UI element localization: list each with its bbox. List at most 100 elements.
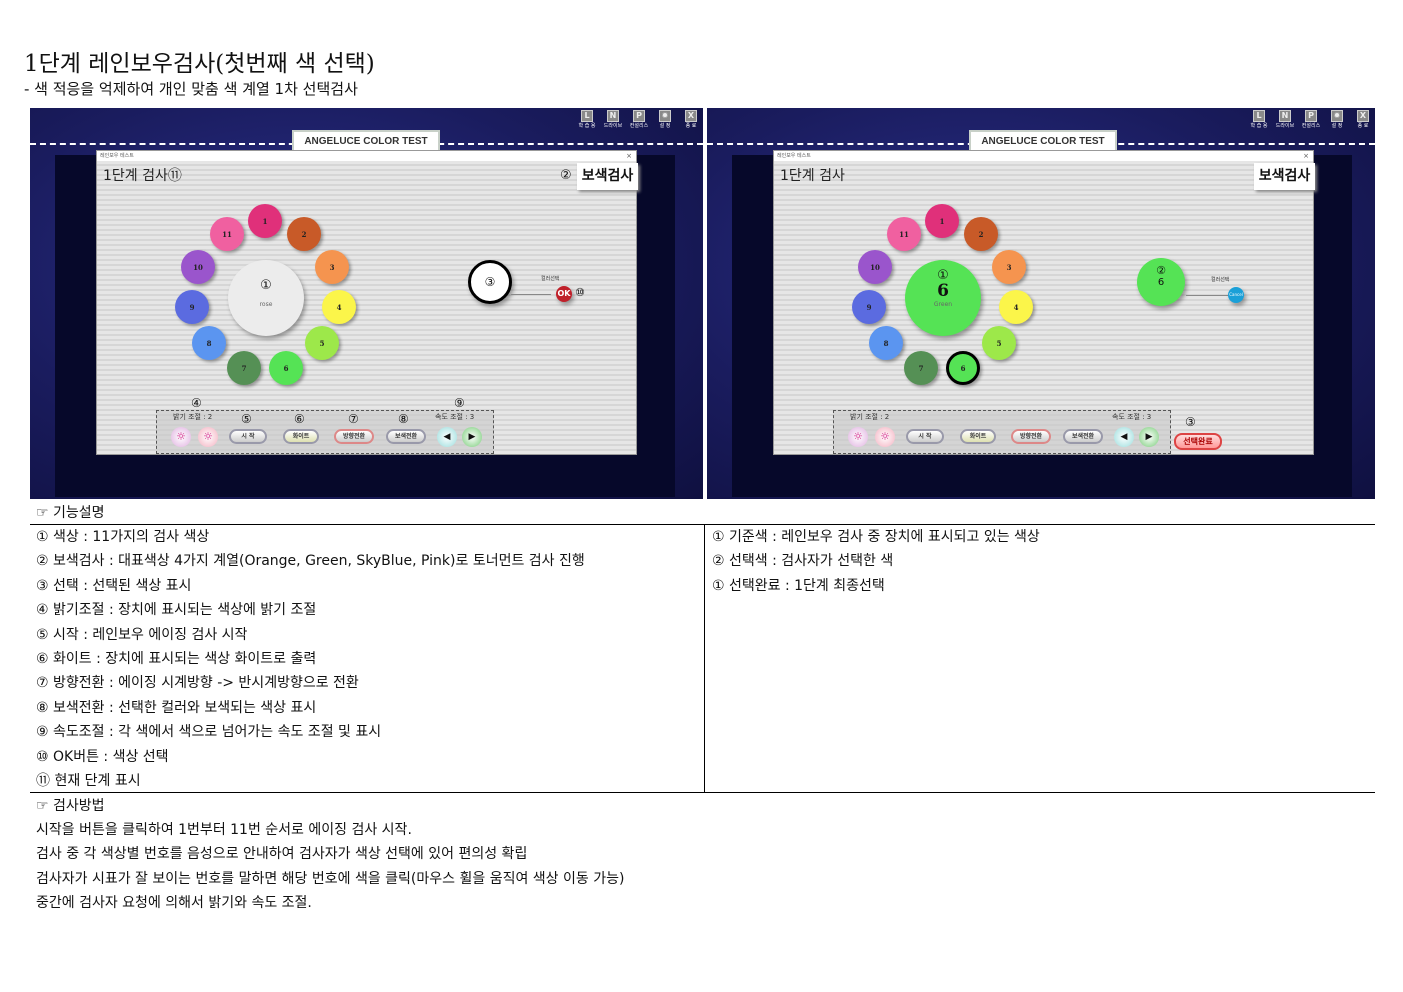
speed-label: 속도 조절 : 3 — [435, 413, 475, 421]
toolbar-icon: N — [607, 110, 619, 122]
toolbar-icon: P — [633, 110, 645, 122]
color-circle-6[interactable]: 6 — [946, 351, 980, 385]
color-circle-8[interactable]: 8 — [192, 326, 226, 360]
ok-button[interactable]: OK — [556, 286, 572, 302]
divider — [30, 524, 1375, 525]
divider — [704, 524, 705, 793]
color-circle-10[interactable]: 10 — [181, 250, 215, 284]
center-color-display: ① rose — [228, 260, 304, 336]
function-desc-item: ⑦ 방향전환 : 에이징 시계방향 -> 반시계방향으로 전환 — [36, 675, 359, 692]
color-circle-7[interactable]: 7 — [904, 351, 938, 385]
toolbar-label: 종 료 — [685, 123, 697, 129]
color-circle-5[interactable]: 5 — [982, 326, 1016, 360]
function-desc-item: ③ 선택 : 선택된 색상 표시 — [36, 577, 192, 594]
toolbar-button-3[interactable]: ✹ 설 정 — [653, 110, 677, 129]
annotation-10: ⑩ — [575, 286, 585, 299]
page-title: 1단계 레인보우검사(첫번째 색 선택) — [24, 51, 375, 77]
toolbar-label: 드라이브 — [1275, 123, 1295, 129]
toolbar-button-0[interactable]: L학 습 용 — [1247, 110, 1271, 129]
color-circle-11[interactable]: 11 — [210, 217, 244, 251]
color-circle-3[interactable]: 3 — [992, 250, 1026, 284]
function-desc-item: ⑤ 시작 : 레인보우 에이징 검사 시작 — [36, 626, 248, 643]
color-circle-6[interactable]: 6 — [269, 351, 303, 385]
color-circle-4[interactable]: 4 — [322, 290, 356, 324]
function-desc-item: ② 선택색 : 검사자가 선택한 색 — [712, 553, 894, 570]
toolbar-icon: X — [1357, 110, 1369, 122]
test-window: 레인보우 테스트 × 1단계 검사⑪ ② 보색검사 1 2 3 4 5 6 7 8 9 10 11 ① rose ③… — [96, 150, 638, 455]
color-circle-1[interactable]: 1 — [248, 204, 282, 238]
step-label: 1단계 검사 — [780, 168, 845, 184]
direction-button[interactable]: 방향전환 — [1011, 429, 1051, 444]
selected-color-display: ②6 — [1137, 258, 1185, 306]
center-color-display: ① 6 Green — [905, 260, 981, 336]
toolbar-button-4[interactable]: X종 료 — [679, 110, 703, 129]
close-icon[interactable]: × — [626, 151, 632, 161]
color-circle-10[interactable]: 10 — [858, 250, 892, 284]
complement-switch-button[interactable]: 보색전환 — [386, 429, 426, 444]
start-button[interactable]: 시 작 — [229, 429, 267, 444]
cancel-button[interactable]: Cancel — [1228, 287, 1244, 303]
window-titlebar: 레인보우 테스트 × — [97, 151, 636, 161]
speed-down-button[interactable]: ◀ — [1114, 427, 1134, 447]
annotation-8: ⑧ — [398, 412, 409, 426]
complement-test-label[interactable]: 보색검사 — [1254, 163, 1315, 190]
toolbar-button-2[interactable]: P 컨설리스 — [1299, 110, 1323, 129]
brightness-label: 밝기 조절 : 2 — [850, 413, 890, 421]
annotation-3: ③ — [1185, 415, 1196, 429]
white-button[interactable]: 화이트 — [960, 429, 996, 444]
annotation-2: ② — [560, 168, 572, 183]
speed-label: 속도 조절 : 3 — [1112, 413, 1152, 421]
toolbar-icon: L — [1253, 110, 1265, 122]
toolbar-button-4[interactable]: X종 료 — [1351, 110, 1375, 129]
speed-up-button[interactable]: ▶ — [462, 427, 482, 447]
color-circle-11[interactable]: 11 — [887, 217, 921, 251]
annotation-7: ⑦ — [348, 412, 359, 426]
step-label: 1단계 검사⑪ — [103, 168, 182, 184]
color-circle-7[interactable]: 7 — [227, 351, 261, 385]
complement-switch-button[interactable]: 보색전환 — [1063, 429, 1103, 444]
color-circle-3[interactable]: 3 — [315, 250, 349, 284]
white-button[interactable]: 화이트 — [283, 429, 319, 444]
function-desc-header: ☞ 기능설명 — [36, 505, 105, 521]
function-desc-item: ⑧ 보색전환 : 선택한 컬러와 보색되는 색상 표시 — [36, 699, 317, 716]
toolbar-button-2[interactable]: P 컨설리스 — [627, 110, 651, 129]
color-circle-2[interactable]: 2 — [287, 217, 321, 251]
test-window: 레인보우 테스트 × 1단계 검사 보색검사 1 2 3 4 5 6 7 8 9 10 11 ① 6 Green ②… — [773, 150, 1315, 455]
toolbar-button-1[interactable]: N 드라이브 — [601, 110, 625, 129]
selection-complete-button[interactable]: 선택완료 — [1174, 433, 1222, 450]
window-title: 레인보우 테스트 — [777, 153, 811, 159]
color-circle-4[interactable]: 4 — [999, 290, 1033, 324]
toolbar-button-1[interactable]: N 드라이브 — [1273, 110, 1297, 129]
toolbar-label: 학 습 용 — [1250, 123, 1268, 129]
speed-down-button[interactable]: ◀ — [437, 427, 457, 447]
screenshot-left: ANGELUCE COLOR TEST L 학 습 용 N 드라이브 P 컨설리스 ✹ 설 정X… — [30, 108, 703, 499]
app-header-title: ANGELUCE COLOR TEST — [292, 130, 440, 152]
close-icon[interactable]: × — [1303, 151, 1309, 161]
function-desc-item: ② 보색검사 : 대표색상 4가지 계열(Orange, Green, SkyB… — [36, 553, 585, 570]
color-circle-1[interactable]: 1 — [925, 204, 959, 238]
color-circle-9[interactable]: 9 — [852, 290, 886, 324]
direction-button[interactable]: 방향전환 — [334, 429, 374, 444]
complement-test-label[interactable]: 보색검사 — [577, 163, 638, 190]
color-circle-5[interactable]: 5 — [305, 326, 339, 360]
brightness-up-icon[interactable]: ☼ — [198, 427, 218, 447]
color-circle-9[interactable]: 9 — [175, 290, 209, 324]
center-annotation: ① — [260, 278, 272, 293]
brightness-down-icon[interactable]: ☼ — [848, 427, 868, 447]
color-circle-2[interactable]: 2 — [964, 217, 998, 251]
toolbar-icon: P — [1305, 110, 1317, 122]
start-button[interactable]: 시 작 — [906, 429, 944, 444]
function-desc-item: ④ 밝기조절 : 장치에 표시되는 색상에 밝기 조절 — [36, 602, 317, 619]
app-header-title: ANGELUCE COLOR TEST — [969, 130, 1117, 152]
brightness-down-icon[interactable]: ☼ — [171, 427, 191, 447]
function-desc-item: ① 기준색 : 레인보우 검사 중 장치에 표시되고 있는 색상 — [712, 529, 1040, 545]
color-circle-8[interactable]: 8 — [869, 326, 903, 360]
speed-up-button[interactable]: ▶ — [1139, 427, 1159, 447]
brightness-up-icon[interactable]: ☼ — [875, 427, 895, 447]
control-bar: 밝기 조절 : 2 속도 조절 : 3 ☼ ☼ 시 작 화이트 방향전환 보색전환 ◀ ▶ — [833, 410, 1171, 454]
toolbar-button-0[interactable]: L학 습 용 — [575, 110, 599, 129]
toolbar-label: 컨설리스 — [629, 123, 649, 129]
function-desc-item: ① 선택완료 : 1단계 최종선택 — [712, 577, 885, 594]
window-titlebar: 레인보우 테스트 × — [774, 151, 1313, 161]
toolbar-button-3[interactable]: ✹ 설 정 — [1325, 110, 1349, 129]
